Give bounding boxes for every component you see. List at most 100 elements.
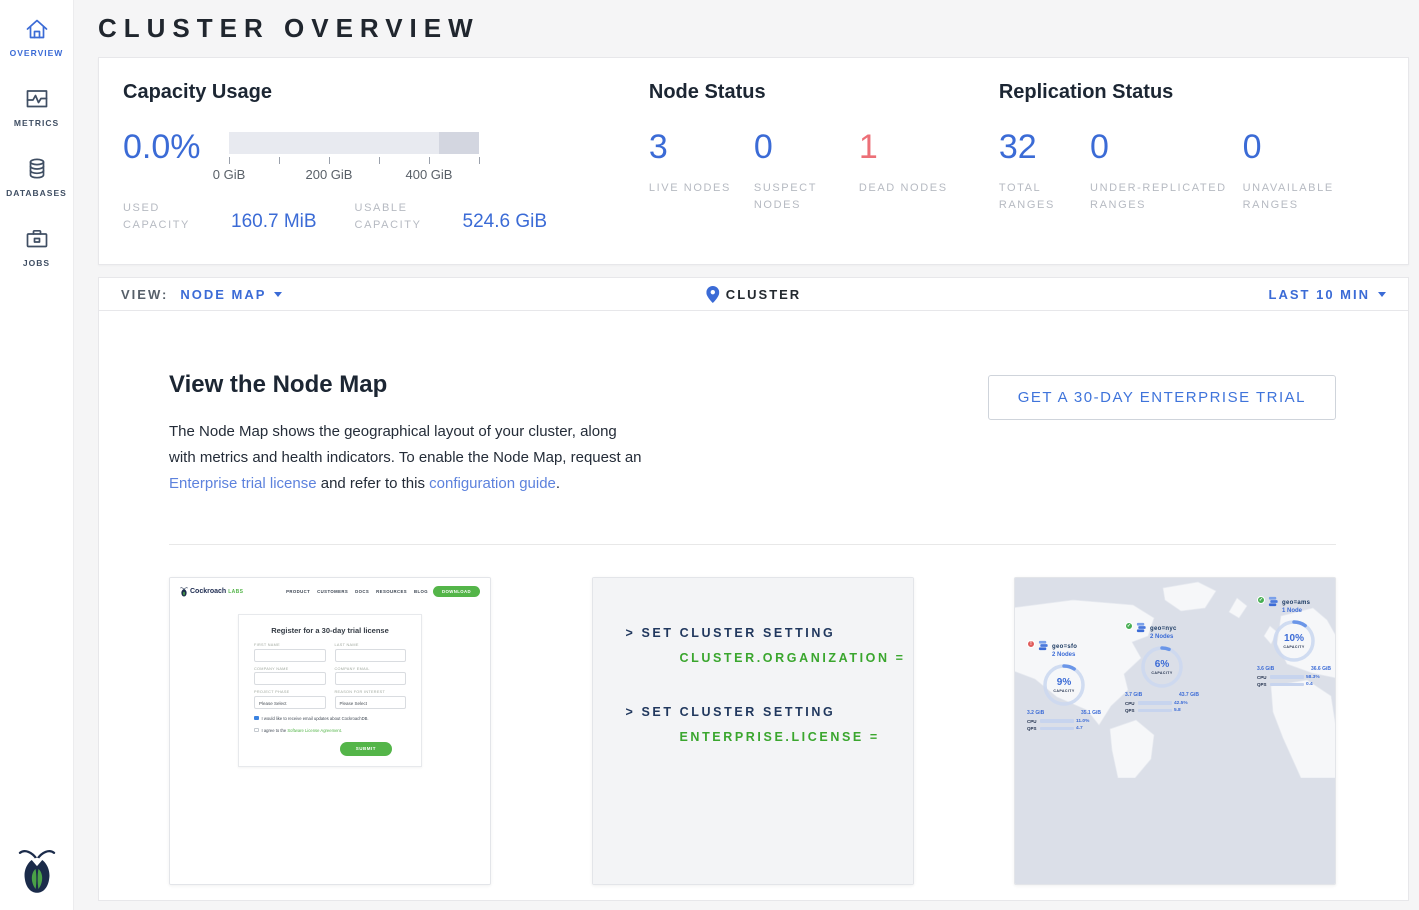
locality-name: geo=ams <box>1282 600 1310 606</box>
locality-label: CLUSTER <box>726 287 801 302</box>
field-label: COMPANY NAME <box>254 667 326 671</box>
locality-node-count: 2 Nodes <box>1052 652 1077 659</box>
total-ranges-value: 32 <box>999 130 1078 164</box>
sidebar-item-label: METRICS <box>14 118 59 128</box>
capacity-gauge: 6% CAPACITY <box>1139 644 1185 690</box>
suspect-nodes-value: 0 <box>754 130 847 164</box>
qps-value: 5.8 <box>1174 708 1181 713</box>
cpu-sparkline <box>1040 719 1074 723</box>
replication-status-title: Replication Status <box>999 81 1384 104</box>
cpu-sparkline <box>1138 701 1172 705</box>
sql-command: > SET CLUSTER SETTING <box>626 700 913 725</box>
total-capacity: 36.6 GiB <box>1311 666 1331 672</box>
qps-value: 4.7 <box>1076 726 1083 731</box>
capacity-label: CAPACITY <box>1151 671 1172 675</box>
view-bar: VIEW: NODE MAP CLUSTER LAST 10 MIN <box>98 277 1409 311</box>
cpu-label: CPU <box>1125 701 1135 706</box>
configuration-guide-link[interactable]: configuration guide <box>429 475 556 492</box>
node-icon <box>1136 622 1147 633</box>
node-map-panel: View the Node Map The Node Map shows the… <box>98 311 1409 901</box>
node-map-heading: View the Node Map <box>169 371 643 399</box>
nav-link: RESOURCES <box>376 589 407 594</box>
node-icon <box>1038 640 1049 651</box>
used-capacity-label: USED CAPACITY <box>123 199 231 234</box>
text-field <box>335 649 407 662</box>
node-icon <box>1268 596 1279 607</box>
sidebar-item-label: OVERVIEW <box>10 48 64 58</box>
field-label: PROJECT PHASE <box>254 690 326 694</box>
locality-breadcrumb[interactable]: CLUSTER <box>706 286 801 303</box>
field-label: FIRST NAME <box>254 643 326 647</box>
under-replicated-ranges-value: 0 <box>1090 130 1231 164</box>
sidebar-item-overview[interactable]: OVERVIEW <box>0 16 73 58</box>
node-status-section: Node Status 3 LIVE NODES 0 SUSPECT NODES… <box>649 81 999 241</box>
map-locality-sfo[interactable]: ! geo=sfo 2 Nodes <box>1027 640 1117 731</box>
healthy-badge-icon: ✓ <box>1125 622 1133 630</box>
checkbox-checked <box>254 716 259 721</box>
metrics-icon <box>24 86 50 112</box>
field-label: LAST NAME <box>335 643 407 647</box>
location-pin-icon <box>706 286 719 303</box>
dead-nodes-value: 1 <box>859 130 948 164</box>
field-label: REASON FOR INTEREST <box>335 690 407 694</box>
form-title: Register for a 30-day trial license <box>254 626 406 635</box>
axis-label: 200 GiB <box>306 167 353 182</box>
axis-label: 0 GiB <box>213 167 246 182</box>
locality-node-count: 1 Node <box>1282 608 1310 615</box>
step-3-card: ! geo=sfo 2 Nodes <box>1014 577 1336 885</box>
enterprise-trial-license-link[interactable]: Enterprise trial license <box>169 475 317 492</box>
download-button: DOWNLOAD <box>433 586 480 597</box>
sidebar-item-jobs[interactable]: JOBS <box>0 226 73 268</box>
checkbox-label: I would like to receive email updates ab… <box>262 716 369 721</box>
locality-node-count: 2 Nodes <box>1150 634 1177 641</box>
capacity-label: CAPACITY <box>1283 645 1304 649</box>
node-status-title: Node Status <box>649 81 999 104</box>
sidebar-item-label: DATABASES <box>6 188 67 198</box>
view-selector[interactable]: NODE MAP <box>180 287 282 302</box>
qps-sparkline <box>1138 709 1172 713</box>
description-text: The Node Map shows the geographical layo… <box>169 423 642 466</box>
brand-name: Cockroach <box>190 588 226 595</box>
databases-icon <box>24 156 50 182</box>
map-locality-nyc[interactable]: ✓ geo=nyc 2 Nodes <box>1125 622 1215 713</box>
unavailable-ranges-label: UNAVAILABLE RANGES <box>1243 180 1372 214</box>
description-text: and refer to this <box>321 475 425 492</box>
capacity-bar-track <box>229 132 479 154</box>
sidebar: OVERVIEW METRICS DATABASES <box>0 0 74 910</box>
qps-label: QPS <box>1125 708 1135 713</box>
license-agreement-link: Software License Agreement. <box>287 728 342 733</box>
text-field <box>254 672 326 685</box>
jobs-icon <box>24 226 50 252</box>
locality-name: geo=sfo <box>1052 644 1077 650</box>
sql-commands-preview: > SET CLUSTER SETTING CLUSTER.ORGANIZATI… <box>593 578 913 884</box>
site-nav: PRODUCT CUSTOMERS DOCS RESOURCES BLOG <box>286 589 428 594</box>
time-range-value: LAST 10 MIN <box>1269 287 1370 302</box>
suspect-nodes-label: SUSPECT NODES <box>754 180 846 214</box>
map-locality-ams[interactable]: ✓ geo=ams 1 Node <box>1257 596 1335 687</box>
sidebar-item-metrics[interactable]: METRICS <box>0 86 73 128</box>
used-capacity: 3.7 GiB <box>1125 692 1142 698</box>
enterprise-trial-button[interactable]: GET A 30-DAY ENTERPRISE TRIAL <box>988 375 1336 420</box>
live-nodes-value: 3 <box>649 130 742 164</box>
capacity-usage-section: Capacity Usage 0.0% 0 GiB 200 GiB 400 Gi… <box>123 81 649 241</box>
step-2-caption: Step 2: Activate the trial license with … <box>593 884 913 885</box>
sidebar-item-databases[interactable]: DATABASES <box>0 156 73 198</box>
view-label: VIEW: <box>121 287 168 302</box>
qps-label: QPS <box>1027 726 1037 731</box>
cpu-label: CPU <box>1027 719 1037 724</box>
checkbox-label: I agree to the <box>262 728 287 733</box>
nav-link: BLOG <box>414 589 428 594</box>
step-2-card: > SET CLUSTER SETTING CLUSTER.ORGANIZATI… <box>592 577 914 885</box>
brand-suffix: LABS <box>228 589 243 595</box>
time-range-selector[interactable]: LAST 10 MIN <box>1269 287 1386 302</box>
description-text: . <box>556 475 560 492</box>
capacity-gauge: 9% CAPACITY <box>1041 662 1087 708</box>
chevron-down-icon <box>1378 292 1386 297</box>
main-content: CLUSTER OVERVIEW Capacity Usage 0.0% 0 G… <box>74 0 1419 910</box>
sql-setting: ENTERPRISE.LICENSE = <box>680 725 913 750</box>
checkbox-unchecked <box>254 728 259 733</box>
capacity-axis-ticks <box>229 157 479 165</box>
locality-name: geo=nyc <box>1150 626 1177 632</box>
used-capacity: 3.2 GiB <box>1027 710 1044 716</box>
healthy-badge-icon: ✓ <box>1257 596 1265 604</box>
